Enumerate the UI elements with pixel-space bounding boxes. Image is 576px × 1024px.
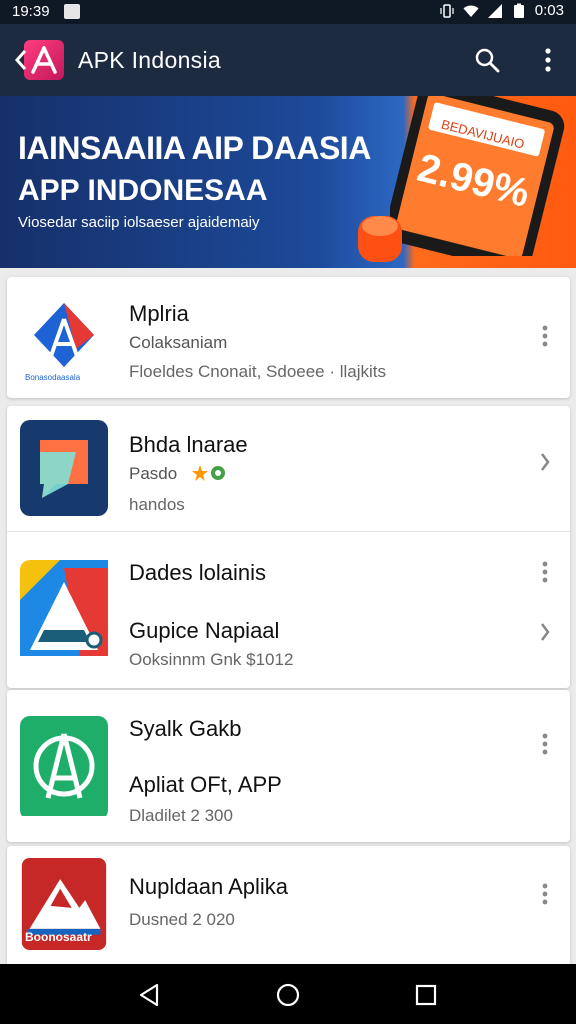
home-circle-icon[interactable] xyxy=(275,982,301,1008)
notification-icon xyxy=(64,4,80,19)
recents-square-icon[interactable] xyxy=(413,982,439,1008)
chevron-right-icon[interactable] xyxy=(539,621,551,643)
chevron-right-icon[interactable] xyxy=(539,451,551,473)
green-a-logo-icon xyxy=(20,716,108,816)
chevron-left-icon[interactable] xyxy=(14,46,28,74)
more-vert-icon[interactable] xyxy=(539,882,551,906)
app-icon-caption: Bonasodaasala xyxy=(25,373,81,382)
earbud-case-icon xyxy=(358,216,402,262)
list-item[interactable]: Boonosaatr Nupldaan Aplika Dusned 2 020 xyxy=(7,846,570,966)
app-icon-caption: Boonosaatr xyxy=(25,930,92,944)
banner-subheadline: APP INDONESAA xyxy=(18,174,268,207)
phone-illustration: BEDAVIJUAIO 2.99% xyxy=(390,96,565,256)
app-meta: Dusned 2 020 xyxy=(129,910,235,929)
app-meta: handos xyxy=(129,495,185,514)
more-vert-icon[interactable] xyxy=(538,47,558,73)
status-time: 19:39 xyxy=(12,3,50,20)
app-subtitle: Colaksaniam xyxy=(129,333,228,352)
app-name: Dades lolainis xyxy=(129,560,266,585)
system-nav-bar xyxy=(0,964,576,1024)
vibrate-icon xyxy=(440,3,454,18)
banner-headline: IAINSAAIIA AIP DAASIA xyxy=(18,130,371,166)
chat-bubble-icon xyxy=(20,420,108,516)
more-vert-icon[interactable] xyxy=(539,732,551,756)
signal-icon xyxy=(487,3,502,18)
app-title: APK Indonsia xyxy=(78,47,221,73)
promo-banner[interactable]: IAINSAAIIA AIP DAASIA APP INDONESAA Vios… xyxy=(0,96,576,268)
app-card: Bonasodaasala Mplria Colaksaniam Floelde… xyxy=(7,277,570,398)
app-meta: Ooksinnm Gnk $1012 xyxy=(129,650,294,669)
more-vert-icon[interactable] xyxy=(539,560,551,584)
search-icon[interactable] xyxy=(474,47,500,73)
app-meta: Dladilet 2 300 xyxy=(129,806,233,825)
back-triangle-icon[interactable] xyxy=(137,982,163,1008)
app-name: Nupldaan Aplika xyxy=(129,874,289,899)
app-card: Boonosaatr Nupldaan Aplika Dusned 2 020 xyxy=(7,846,570,966)
app-bar: APK Indonsia xyxy=(0,24,576,96)
triangle-logo-icon xyxy=(20,560,108,656)
list-item[interactable]: Bonasodaasala Mplria Colaksaniam Floelde… xyxy=(7,277,570,398)
app-meta: Floeldes Cnonait, Sdoeee · llajkits xyxy=(129,362,387,381)
status-clock-right: 0:03 xyxy=(534,2,564,19)
app-logo xyxy=(24,40,64,80)
badge-star-icon xyxy=(191,464,227,487)
app-subtitle: Pasdo xyxy=(129,464,178,483)
more-vert-icon[interactable] xyxy=(539,324,551,348)
app-card: Bhda lnarae Pasdo handos Dades lolainis … xyxy=(7,406,570,688)
app-subtitle: Gupice Napiaal xyxy=(129,618,280,643)
battery-icon xyxy=(513,3,524,18)
app-subtitle: Apliat OFt, APP xyxy=(129,772,282,797)
aplikasi-logo-icon xyxy=(26,303,102,381)
list-item[interactable]: Dades lolainis Gupice Napiaal Ooksinnm G… xyxy=(7,532,570,688)
list-item[interactable]: Bhda lnarae Pasdo handos xyxy=(7,406,570,531)
apk-logo-icon xyxy=(31,46,57,74)
app-name: Syalk Gakb xyxy=(129,716,242,741)
banner-tagline: Viosedar saciip iolsaeser ajaidemaiy xyxy=(18,214,260,231)
app-name: Mplria xyxy=(129,301,189,326)
wifi-icon xyxy=(463,5,479,17)
status-icons: 0:03 xyxy=(439,2,564,19)
status-bar: 19:39 0:03 xyxy=(0,0,576,24)
app-card: Syalk Gakb Apliat OFt, APP Dladilet 2 30… xyxy=(7,690,570,842)
list-item[interactable]: Syalk Gakb Apliat OFt, APP Dladilet 2 30… xyxy=(7,690,570,842)
app-name: Bhda lnarae xyxy=(129,432,248,457)
